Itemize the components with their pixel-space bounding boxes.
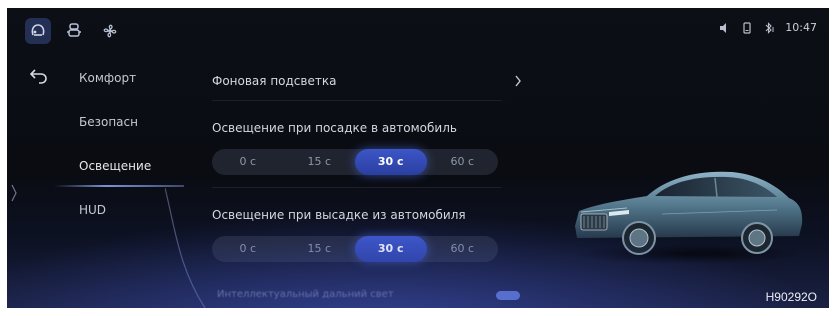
entry-option-15s[interactable]: 15 с bbox=[284, 149, 356, 175]
figure-code: H90292O bbox=[765, 290, 817, 304]
left-panel-chevron-icon[interactable] bbox=[10, 183, 18, 203]
back-arrow-icon bbox=[29, 69, 47, 84]
exit-light-duration-selector[interactable]: 0 с 15 с 30 с 60 с bbox=[212, 236, 498, 262]
background-light-label: Фоновая подсветка bbox=[212, 74, 337, 88]
exit-option-60s[interactable]: 60 с bbox=[427, 236, 499, 262]
sidebar-item-label: Освещение bbox=[79, 159, 152, 173]
status-bar: 10:47 bbox=[719, 21, 817, 34]
entry-option-30s[interactable]: 30 с bbox=[355, 149, 427, 175]
back-button[interactable] bbox=[29, 68, 53, 86]
bluetooth-signal-icon bbox=[763, 21, 775, 34]
seat-icon[interactable] bbox=[61, 18, 87, 44]
phone-icon bbox=[741, 21, 753, 34]
smart-high-beam-row[interactable]: Интеллектуальный дальний свет bbox=[217, 289, 527, 303]
divider bbox=[212, 187, 502, 188]
lighting-settings-panel: Фоновая подсветка Освещение при посадке … bbox=[212, 68, 521, 262]
sidebar-item-label: HUD bbox=[79, 203, 107, 217]
background-light-row[interactable]: Фоновая подсветка bbox=[212, 68, 521, 94]
exit-light-label: Освещение при высадке из автомобиля bbox=[212, 208, 466, 222]
exit-option-0s[interactable]: 0 с bbox=[212, 236, 284, 262]
car-image bbox=[572, 171, 803, 264]
sidebar-item-comfort[interactable]: Комфорт bbox=[79, 65, 189, 91]
volume-icon bbox=[719, 22, 731, 34]
top-function-bar bbox=[25, 18, 123, 44]
smart-high-beam-toggle[interactable] bbox=[496, 291, 520, 300]
exit-option-30s[interactable]: 30 с bbox=[355, 236, 427, 262]
sidebar-item-label: Комфорт bbox=[79, 71, 137, 85]
entry-light-label: Освещение при посадке в автомобиль bbox=[212, 121, 457, 135]
entry-option-0s[interactable]: 0 с bbox=[212, 149, 284, 175]
sidebar-item-lighting[interactable]: Освещение bbox=[54, 153, 189, 187]
fan-icon[interactable] bbox=[97, 18, 123, 44]
clock: 10:47 bbox=[785, 21, 817, 34]
infotainment-screen: 10:47 Комфорт Безопасн Освещение HUD Фон… bbox=[7, 8, 829, 308]
divider bbox=[212, 100, 502, 101]
entry-option-60s[interactable]: 60 с bbox=[427, 149, 499, 175]
entry-light-duration-selector[interactable]: 0 с 15 с 30 с 60 с bbox=[212, 149, 498, 175]
sidebar-item-label: Безопасн bbox=[79, 115, 138, 129]
sidebar-item-safety[interactable]: Безопасн bbox=[79, 109, 189, 135]
headrest-icon[interactable] bbox=[25, 18, 51, 44]
exit-option-15s[interactable]: 15 с bbox=[284, 236, 356, 262]
smart-high-beam-label: Интеллектуальный дальний свет bbox=[217, 289, 394, 300]
chevron-right-icon bbox=[515, 75, 521, 87]
